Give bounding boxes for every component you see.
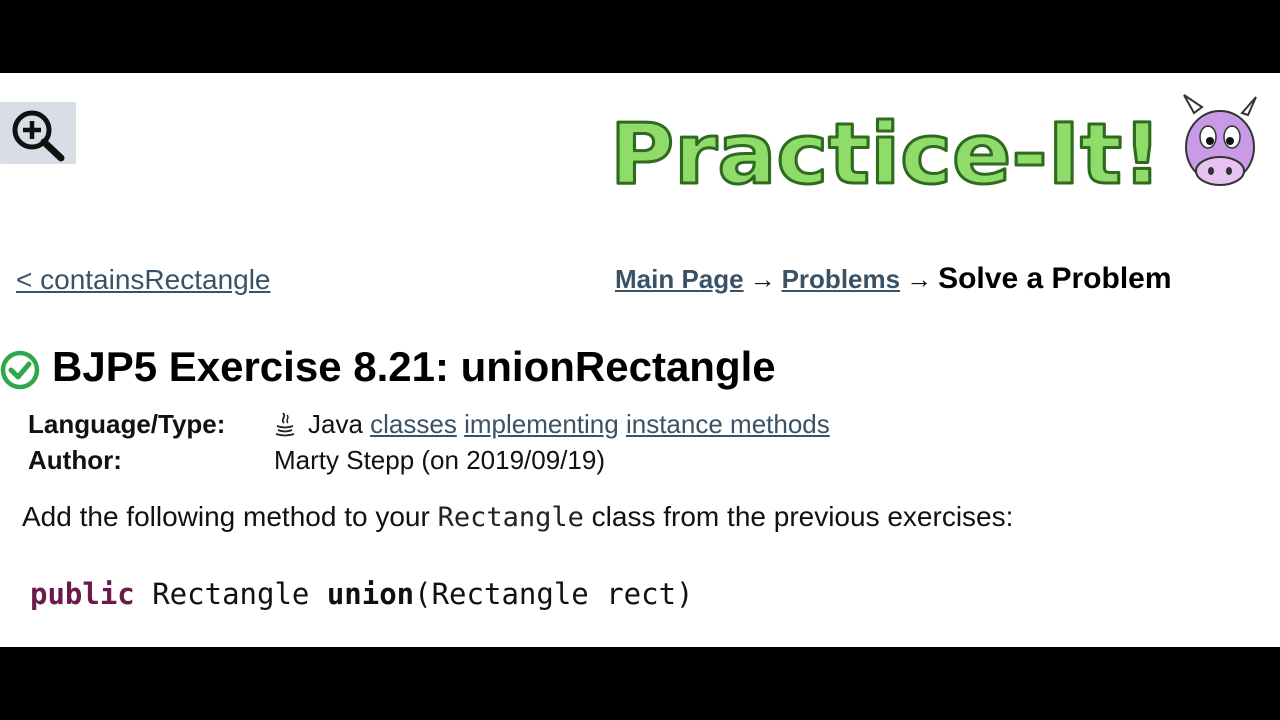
java-icon	[275, 412, 295, 437]
tag-instance-methods[interactable]: instance methods	[626, 409, 830, 439]
zoom-in-icon	[12, 110, 65, 162]
letterbox-bottom	[0, 647, 1280, 720]
author-value: Marty Stepp (on 2019/09/19)	[274, 445, 605, 475]
problem-title: BJP5 Exercise 8.21: unionRectangle	[52, 343, 776, 390]
breadcrumb: Main Page → Problems → Solve a Problem	[615, 262, 1172, 296]
description-text-before: Add the following method to your	[22, 501, 438, 532]
language-name: Java	[308, 409, 363, 439]
breadcrumb-current: Solve a Problem	[938, 262, 1172, 295]
problem-description: Add the following method to your Rectang…	[22, 501, 1013, 533]
previous-problem-link[interactable]: < containsRectangle	[16, 264, 271, 296]
breadcrumb-main-page[interactable]: Main Page	[615, 264, 744, 294]
author-label: Author:	[28, 445, 122, 475]
language-label: Language/Type:	[28, 409, 226, 439]
breadcrumb-arrow: →	[749, 264, 776, 294]
language-value: Java classes implementing instance metho…	[274, 409, 830, 440]
breadcrumb-arrow: →	[906, 264, 933, 294]
code-keyword: public	[30, 577, 135, 611]
tag-classes[interactable]: classes	[370, 409, 457, 439]
code-method-name: union	[326, 577, 415, 611]
method-signature: public Rectangle union(Rectangle rect)	[30, 577, 694, 611]
description-class-name: Rectangle	[437, 502, 584, 533]
letterbox-top	[0, 0, 1280, 73]
cow-mascot-icon	[1183, 94, 1257, 186]
zoom-button[interactable]	[0, 102, 76, 164]
code-params: (Rectangle rect)	[414, 577, 694, 611]
breadcrumb-problems[interactable]: Problems	[782, 264, 901, 294]
logo-text: Practice-It!	[610, 105, 1162, 203]
practice-it-logo: Practice-It!	[609, 94, 1257, 205]
description-text-after: class from the previous exercises:	[583, 501, 1014, 532]
page: Practice-It! < containsRectangle Main Pa…	[0, 73, 1280, 647]
tag-implementing[interactable]: implementing	[464, 409, 619, 439]
code-return-type: Rectangle	[134, 577, 327, 611]
check-circle-icon	[0, 350, 40, 390]
